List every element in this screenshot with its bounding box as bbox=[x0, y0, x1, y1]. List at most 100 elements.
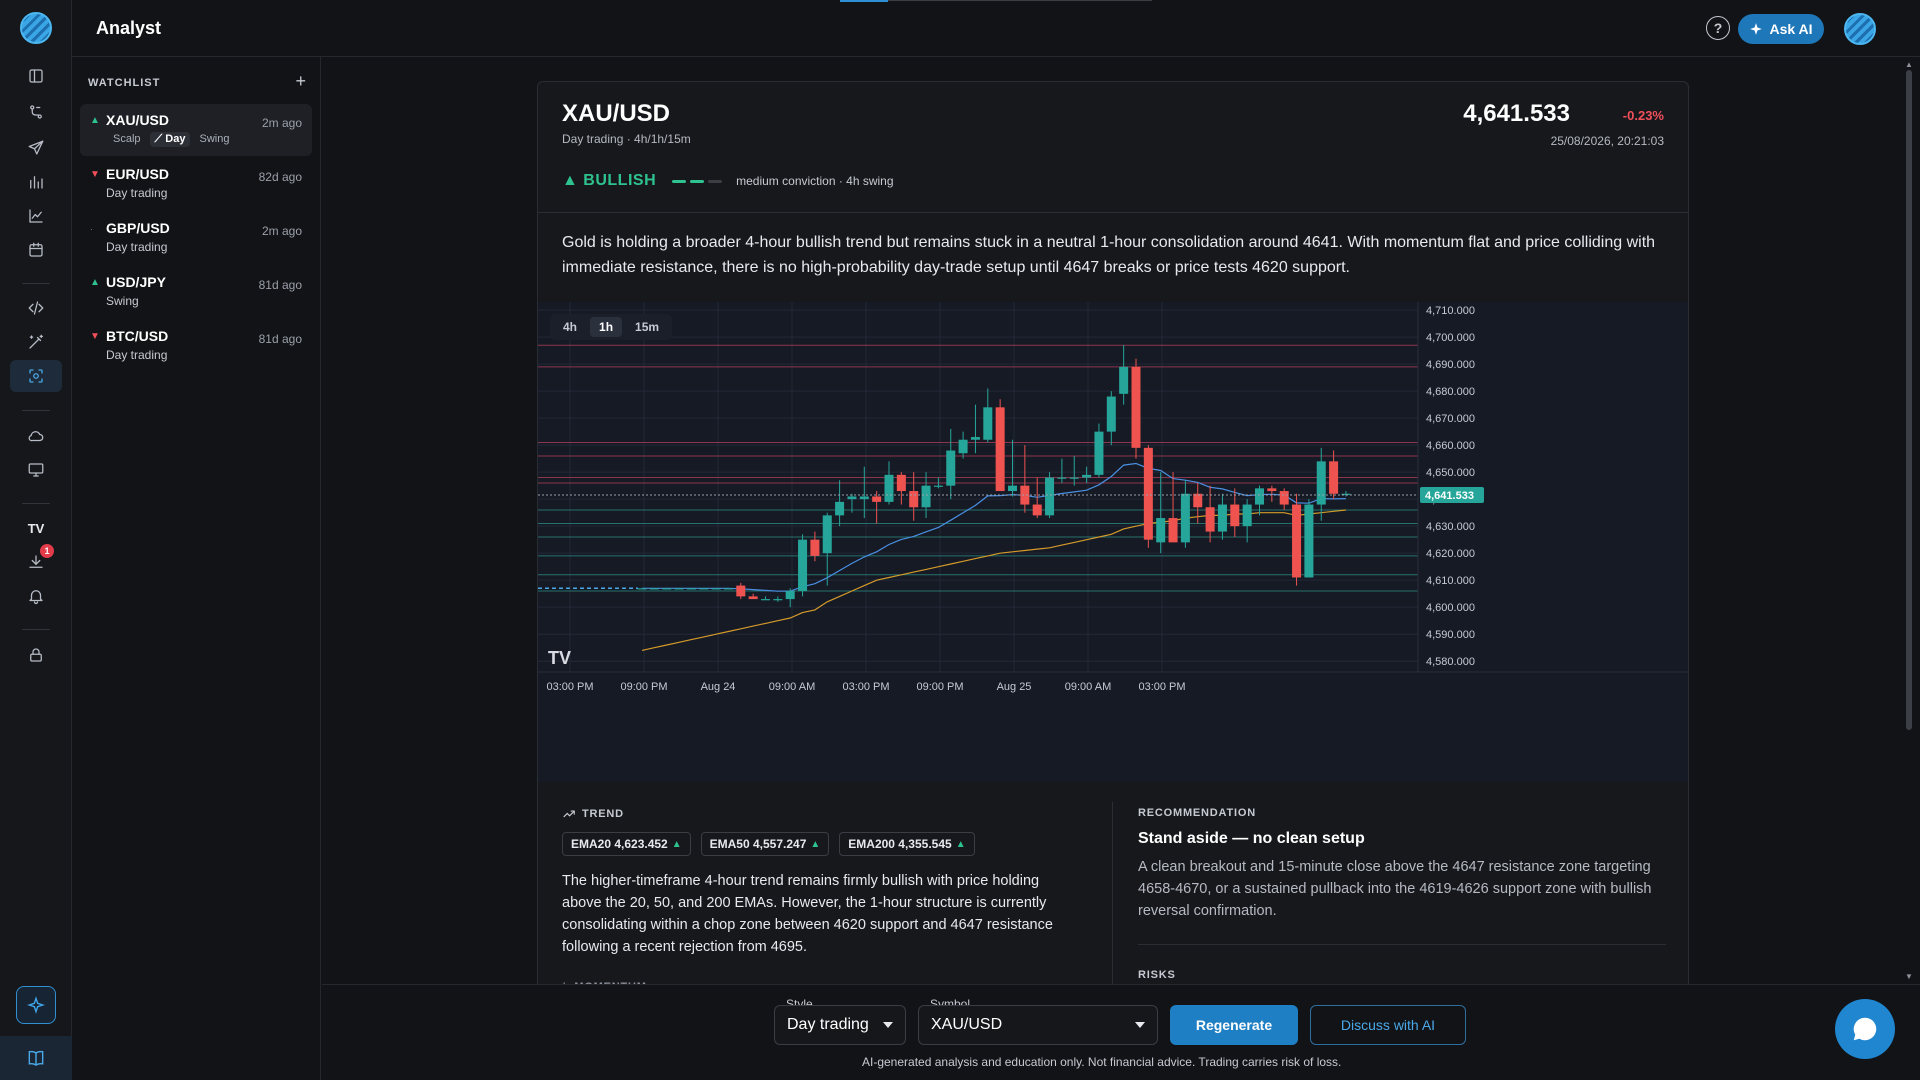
style-select[interactable]: Day trading bbox=[774, 1005, 906, 1045]
candle-body bbox=[1143, 447, 1153, 540]
active-tab-indicator bbox=[840, 0, 888, 2]
line-chart-icon[interactable] bbox=[22, 202, 50, 230]
avatar[interactable] bbox=[1844, 13, 1876, 45]
mode-day[interactable]: ⟋ Day bbox=[149, 132, 191, 147]
price-chart[interactable]: 4h 1h 15m 4,710.000 4,700.000 4,690.000 4,6… bbox=[538, 302, 1689, 782]
watchlist-item[interactable]: ▼ EUR/USD Day trading 82d ago bbox=[80, 158, 312, 210]
bell-icon[interactable] bbox=[22, 582, 50, 610]
regenerate-button[interactable]: Regenerate bbox=[1170, 1005, 1298, 1045]
watchlist-item[interactable]: ▲ XAU/USD Scalp ⟋ Day Swing 2m ago bbox=[80, 104, 312, 156]
sparkle-icon bbox=[1750, 23, 1763, 35]
y-tick-label: 4,630.000 bbox=[1426, 521, 1475, 533]
symbol-value: XAU/USD bbox=[931, 1016, 1003, 1033]
candle-body bbox=[1267, 488, 1277, 492]
candle-body bbox=[1131, 366, 1141, 448]
chevron-down-icon bbox=[883, 1022, 893, 1028]
lock-icon[interactable] bbox=[22, 641, 50, 669]
mode-swing[interactable]: Swing bbox=[194, 132, 234, 147]
candle-body bbox=[761, 599, 770, 601]
watchlist-time: 81d ago bbox=[258, 332, 302, 346]
ask-ai-button[interactable]: Ask AI bbox=[1738, 14, 1824, 44]
tab-4h[interactable]: 4h bbox=[554, 317, 586, 337]
analysis-timestamp: 25/08/2026, 20:21:03 bbox=[1550, 134, 1664, 148]
discuss-with-ai-button[interactable]: Discuss with AI bbox=[1310, 1005, 1466, 1045]
conviction-meter bbox=[672, 179, 723, 183]
tab-15m[interactable]: 15m bbox=[626, 317, 668, 337]
docs-button[interactable] bbox=[0, 1036, 72, 1080]
sidebar-toggle-icon[interactable] bbox=[22, 62, 50, 90]
candle-body bbox=[896, 474, 906, 492]
bias-text: BULLISH bbox=[583, 172, 657, 189]
scroll-down-icon[interactable]: ▼ bbox=[1905, 972, 1913, 981]
code-icon[interactable] bbox=[22, 294, 50, 322]
divider bbox=[1138, 944, 1666, 945]
cloud-icon[interactable] bbox=[22, 422, 50, 450]
candle-body bbox=[970, 437, 980, 440]
candle-body bbox=[1205, 507, 1215, 532]
book-icon bbox=[28, 1050, 44, 1066]
x-tick-label: 03:00 PM bbox=[842, 681, 889, 693]
down-arrow-icon: ▼ bbox=[90, 331, 100, 342]
download-icon[interactable]: 1 bbox=[22, 544, 54, 576]
symbol-select[interactable]: XAU/USD bbox=[918, 1005, 1158, 1045]
sparkle-icon bbox=[27, 996, 45, 1014]
candle-body bbox=[1106, 396, 1116, 432]
ema-pill: EMA200 4,355.545 ▲ bbox=[839, 832, 975, 856]
divider bbox=[538, 212, 1688, 213]
trend-up-icon bbox=[563, 810, 575, 818]
x-tick-label: 09:00 PM bbox=[620, 681, 667, 693]
candle-body bbox=[1057, 477, 1067, 479]
scroll-up-icon[interactable]: ▲ bbox=[1905, 60, 1913, 69]
tradingview-icon[interactable]: TV bbox=[22, 514, 50, 542]
rail-divider bbox=[22, 283, 50, 284]
bias-label: ▲ BULLISH bbox=[562, 172, 656, 190]
ai-sparkle-button[interactable] bbox=[16, 986, 56, 1024]
rail-divider bbox=[22, 503, 50, 504]
calendar-icon[interactable] bbox=[22, 236, 50, 264]
watchlist-item[interactable]: · GBP/USD Day trading 2m ago bbox=[80, 212, 312, 264]
y-tick-label: 4,650.000 bbox=[1426, 467, 1475, 479]
analyst-scan-icon[interactable] bbox=[10, 360, 62, 392]
watchlist-style: Swing bbox=[106, 294, 139, 308]
y-tick-label: 4,680.000 bbox=[1426, 386, 1475, 398]
up-arrow-icon: ▲ bbox=[671, 838, 682, 850]
watchlist-time: 82d ago bbox=[258, 170, 302, 184]
y-tick-label: 4,620.000 bbox=[1426, 548, 1475, 560]
tab-1h[interactable]: 1h bbox=[590, 317, 623, 337]
disclaimer: AI-generated analysis and education only… bbox=[862, 1055, 1342, 1069]
monitor-icon[interactable] bbox=[22, 456, 50, 484]
app-logo[interactable] bbox=[20, 12, 52, 44]
watchlist-item[interactable]: ▼ BTC/USD Day trading 81d ago bbox=[80, 320, 312, 372]
chat-launcher-button[interactable] bbox=[1835, 999, 1895, 1059]
watchlist-panel: WATCHLIST + ▲ XAU/USD Scalp ⟋ Day Swing … bbox=[72, 57, 321, 1080]
down-arrow-icon: ▼ bbox=[90, 169, 100, 180]
trend-text: The higher-timeframe 4-hour trend remain… bbox=[562, 873, 1053, 955]
candle-body bbox=[785, 590, 795, 600]
conviction-bar bbox=[672, 179, 687, 183]
magic-wand-icon[interactable] bbox=[22, 328, 50, 356]
candle-body bbox=[1020, 485, 1030, 505]
candle-body bbox=[662, 588, 672, 590]
mode-scalp[interactable]: Scalp bbox=[108, 132, 146, 147]
trade-mode-switch: Scalp ⟋ Day Swing bbox=[108, 132, 304, 147]
up-arrow-icon: ▲ bbox=[90, 115, 100, 126]
scrollbar[interactable] bbox=[1906, 70, 1912, 730]
watchlist-item[interactable]: ▲ USD/JPY Swing 81d ago bbox=[80, 266, 312, 318]
candle-body bbox=[1119, 366, 1129, 394]
candle-body bbox=[1230, 504, 1240, 527]
candle-body bbox=[1008, 485, 1017, 492]
risks-heading: RISKS bbox=[1138, 969, 1176, 981]
chat-bubble-icon bbox=[1853, 1017, 1877, 1041]
y-tick-label: 4,580.000 bbox=[1426, 656, 1475, 668]
chart-canvas[interactable]: 4,710.000 4,700.000 4,690.000 4,680.000 4,67… bbox=[538, 302, 1689, 782]
stats-icon[interactable] bbox=[22, 168, 50, 196]
ask-ai-label: Ask AI bbox=[1769, 21, 1813, 37]
up-arrow-icon: ▲ bbox=[810, 838, 821, 850]
add-watchlist-button[interactable]: + bbox=[295, 71, 306, 92]
help-icon[interactable]: ? bbox=[1706, 16, 1730, 40]
ema-pills: EMA20 4,623.452 ▲ EMA50 4,557.247 ▲ EMA200… bbox=[562, 832, 975, 856]
candle-body bbox=[933, 485, 943, 487]
send-icon[interactable] bbox=[22, 134, 50, 162]
strategy-icon[interactable] bbox=[22, 98, 50, 126]
x-tick-label: Aug 25 bbox=[997, 681, 1032, 693]
